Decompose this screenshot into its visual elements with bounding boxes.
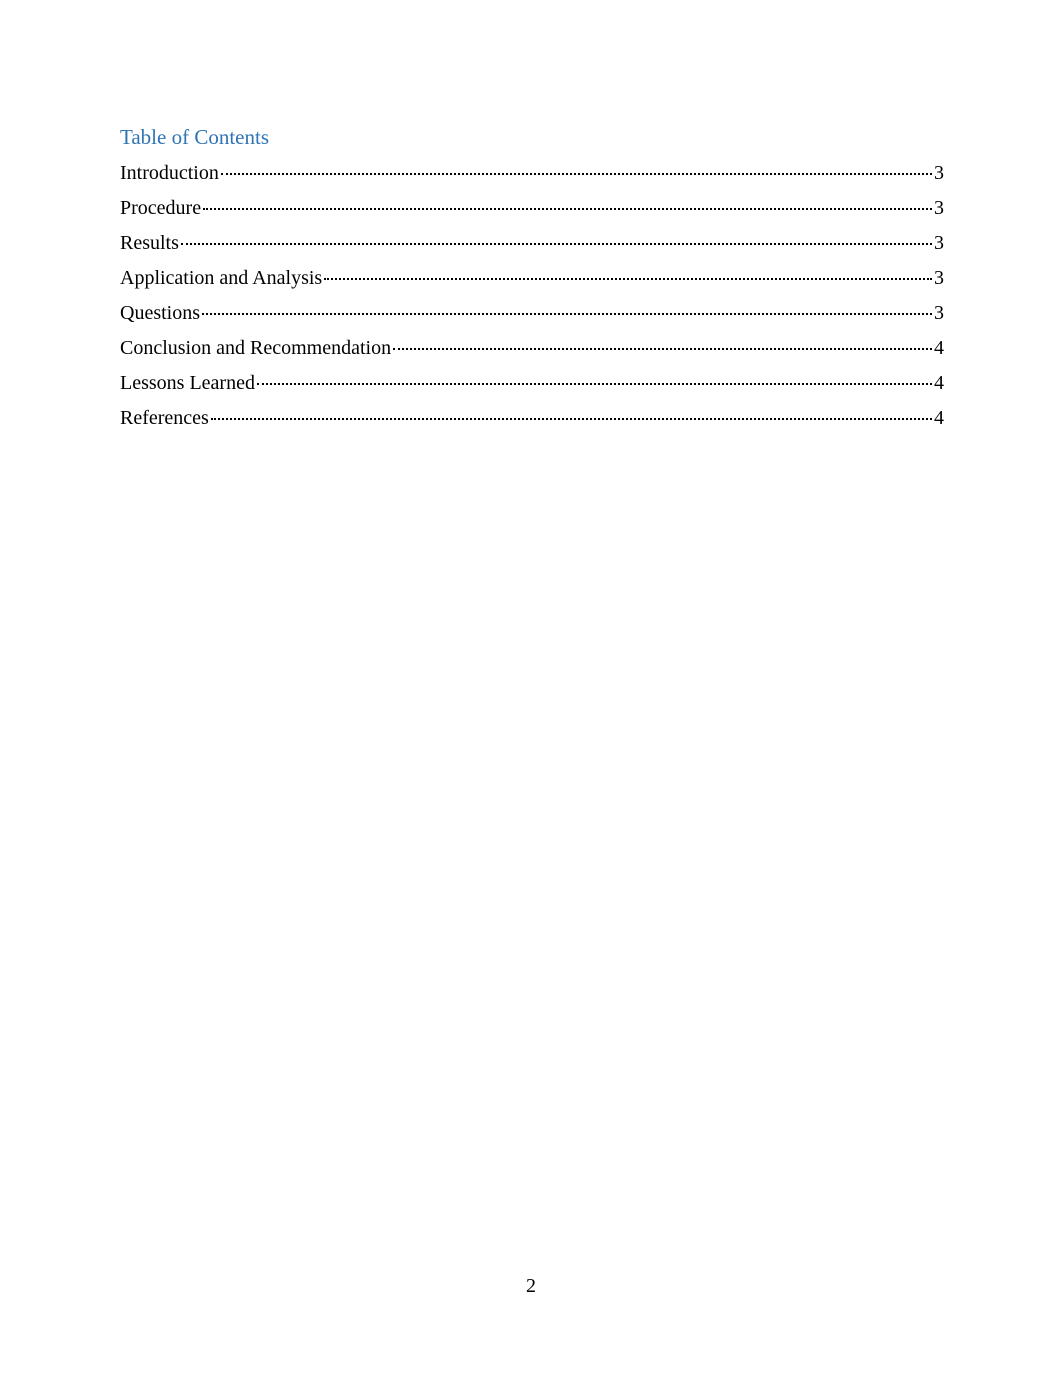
toc-entry-page: 3 xyxy=(934,261,944,296)
toc-entry: Lessons Learned 4 xyxy=(120,366,944,401)
toc-entry: Procedure 3 xyxy=(120,191,944,226)
toc-entry-label: Results xyxy=(120,226,179,261)
toc-leader-dots xyxy=(211,418,932,420)
toc-leader-dots xyxy=(324,278,932,280)
toc-entry-label: Questions xyxy=(120,296,200,331)
toc-entry-label: Application and Analysis xyxy=(120,261,322,296)
toc-entry: Application and Analysis 3 xyxy=(120,261,944,296)
toc-entry-page: 4 xyxy=(934,366,944,401)
toc-entry-label: References xyxy=(120,401,209,436)
toc-leader-dots xyxy=(202,313,932,315)
toc-entry: Conclusion and Recommendation 4 xyxy=(120,331,944,366)
toc-entry-label: Lessons Learned xyxy=(120,366,255,401)
toc-entry-label: Conclusion and Recommendation xyxy=(120,331,391,366)
toc-entry: Questions 3 xyxy=(120,296,944,331)
page-number: 2 xyxy=(0,1275,1062,1298)
toc-leader-dots xyxy=(257,383,932,385)
toc-heading: Table of Contents xyxy=(120,125,944,150)
toc-entry-page: 4 xyxy=(934,401,944,436)
toc-leader-dots xyxy=(393,348,932,350)
toc-entry-page: 3 xyxy=(934,296,944,331)
toc-leader-dots xyxy=(181,243,932,245)
toc-entry: References 4 xyxy=(120,401,944,436)
toc-entry: Introduction 3 xyxy=(120,156,944,191)
toc-entry-label: Procedure xyxy=(120,191,201,226)
toc-entry-page: 3 xyxy=(934,191,944,226)
toc-entry-page: 3 xyxy=(934,226,944,261)
toc-leader-dots xyxy=(221,173,932,175)
toc-entry-page: 3 xyxy=(934,156,944,191)
toc-entry-page: 4 xyxy=(934,331,944,366)
toc-list: Introduction 3 Procedure 3 Results 3 App… xyxy=(120,156,944,436)
toc-entry-label: Introduction xyxy=(120,156,219,191)
toc-leader-dots xyxy=(203,208,932,210)
toc-entry: Results 3 xyxy=(120,226,944,261)
